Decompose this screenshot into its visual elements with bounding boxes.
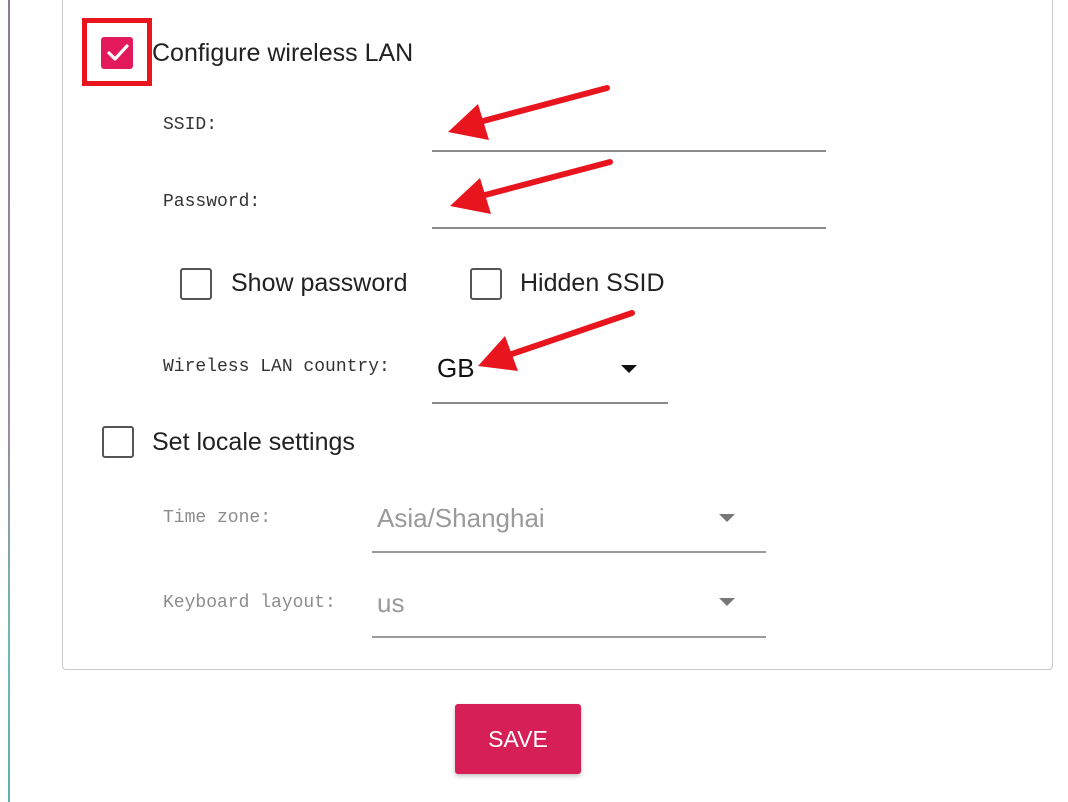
settings-panel bbox=[62, 0, 1053, 670]
set-locale-checkbox[interactable] bbox=[102, 426, 134, 458]
keyboard-layout-select[interactable]: us bbox=[372, 582, 766, 632]
chevron-down-icon bbox=[719, 598, 735, 606]
ssid-label: SSID: bbox=[163, 115, 218, 135]
password-input-underline bbox=[432, 227, 826, 229]
configure-wireless-lan-label: Configure wireless LAN bbox=[152, 39, 414, 67]
hidden-ssid-label: Hidden SSID bbox=[520, 269, 665, 297]
wlan-country-select[interactable]: GB bbox=[432, 345, 668, 397]
hidden-ssid-checkbox[interactable] bbox=[470, 268, 502, 300]
keyboard-layout-underline bbox=[372, 636, 766, 638]
timezone-value: Asia/Shanghai bbox=[377, 503, 545, 533]
password-label: Password: bbox=[163, 192, 261, 212]
show-password-checkbox[interactable] bbox=[180, 268, 212, 300]
wlan-country-underline bbox=[432, 402, 668, 404]
timezone-label: Time zone: bbox=[163, 508, 272, 528]
chevron-down-icon bbox=[621, 365, 637, 373]
ssid-input-underline bbox=[432, 150, 826, 152]
ssid-input[interactable] bbox=[432, 108, 825, 148]
show-password-label: Show password bbox=[231, 269, 408, 297]
keyboard-layout-label: Keyboard layout: bbox=[163, 593, 336, 613]
timezone-underline bbox=[372, 551, 766, 553]
keyboard-layout-value: us bbox=[377, 588, 405, 618]
password-input[interactable] bbox=[432, 185, 825, 225]
wlan-country-label: Wireless LAN country: bbox=[163, 357, 390, 377]
annotation-highlight-box bbox=[82, 18, 152, 86]
save-button[interactable]: SAVE bbox=[455, 704, 581, 774]
chevron-down-icon bbox=[719, 514, 735, 522]
window-left-edge bbox=[8, 0, 10, 802]
set-locale-label: Set locale settings bbox=[152, 428, 355, 456]
timezone-select[interactable]: Asia/Shanghai bbox=[372, 498, 766, 548]
wlan-country-value: GB bbox=[437, 353, 475, 383]
